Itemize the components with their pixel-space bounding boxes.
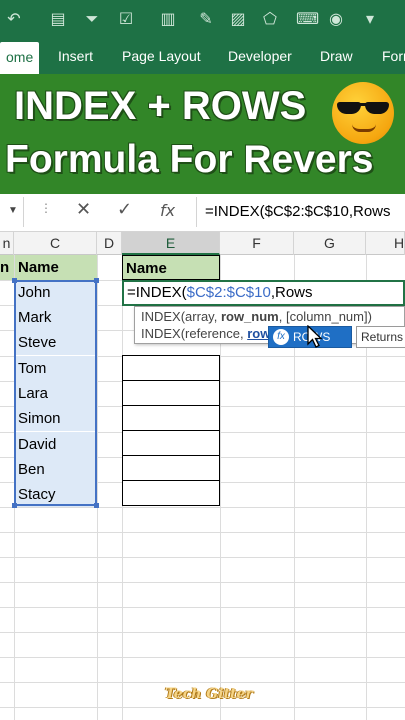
filter-icon[interactable]: ⏷ xyxy=(82,9,102,29)
watermark-logo: Tech Gitter xyxy=(165,686,253,702)
formula-input[interactable]: =INDEX($C$2:$C$10,Rows xyxy=(196,197,405,227)
more-icon[interactable]: ▾ xyxy=(360,9,380,29)
autocomplete-description: Returns xyxy=(356,326,405,348)
column-header-d[interactable]: D xyxy=(97,232,122,255)
tooltip-current-arg: row xyxy=(247,326,271,341)
tooltip-syntax-reference[interactable]: INDEX(reference, row xyxy=(141,326,270,341)
range-handle[interactable] xyxy=(94,278,99,283)
banner-title-line2: Formula For Revers xyxy=(5,138,374,181)
tooltip-syntax-array[interactable]: INDEX(array, row_num, [column_num]) xyxy=(141,309,372,324)
quick-access-toolbar: ↶ ▤ ⏷ ☑ ▥ ✎ ▨ ⬠ ⌨ ◉ ▾ xyxy=(0,0,405,38)
gridline xyxy=(0,582,405,583)
tab-developer[interactable]: Developer xyxy=(228,38,292,74)
ribbon-tabs: ome Insert Page Layout Developer Draw Fo… xyxy=(0,38,405,74)
active-cell-editor[interactable]: =INDEX($C$2:$C$10,Rows xyxy=(122,280,405,306)
tab-formulas[interactable]: Forr xyxy=(382,38,405,74)
column-header-f[interactable]: F xyxy=(220,232,294,255)
range-handle[interactable] xyxy=(94,503,99,508)
gridline xyxy=(0,657,405,658)
tab-home[interactable]: ome xyxy=(0,42,40,74)
cell-c1-header[interactable]: Name xyxy=(15,255,97,280)
tooltip-text: INDEX(array, xyxy=(141,309,221,324)
chevron-down-icon[interactable]: ▼ xyxy=(8,205,18,216)
reference-range-highlight xyxy=(14,280,97,506)
shape-icon[interactable]: ⬠ xyxy=(260,9,280,29)
formula-bar: ▼ ⋮ ✕ ✓ fx =INDEX($C$2:$C$10,Rows xyxy=(0,194,405,232)
cell-e-output[interactable] xyxy=(122,355,220,381)
range-handle[interactable] xyxy=(12,278,17,283)
formula-text-suffix: ,Rows xyxy=(270,284,313,301)
cool-face-icon xyxy=(332,82,394,144)
column-header-h[interactable]: H xyxy=(366,232,405,255)
checkbox-icon[interactable]: ☑ xyxy=(116,9,136,29)
column-header-e[interactable]: E xyxy=(122,232,220,255)
column-header-c[interactable]: C xyxy=(14,232,97,255)
drag-handle-icon[interactable]: ⋮ xyxy=(40,201,52,215)
chart-icon[interactable]: ▥ xyxy=(158,9,178,29)
keyboard-icon[interactable]: ⌨ xyxy=(296,9,319,29)
gridline xyxy=(0,532,405,533)
mouse-pointer-icon xyxy=(307,325,323,348)
column-headers: n C D E F G H xyxy=(0,232,405,255)
camera-icon[interactable]: ◉ xyxy=(326,9,346,29)
cell-b1[interactable]: n xyxy=(0,255,14,280)
tooltip-current-arg: row_num xyxy=(220,309,279,324)
cell-e-output[interactable] xyxy=(122,430,220,456)
gridline xyxy=(0,507,405,508)
cancel-icon[interactable]: ✕ xyxy=(76,199,91,220)
gridline xyxy=(0,607,405,608)
title-banner: INDEX + ROWS Formula For Revers xyxy=(0,74,405,194)
function-icon: fx xyxy=(273,329,289,345)
insert-function-icon[interactable]: fx xyxy=(160,201,175,220)
formula-text-prefix: =INDEX( xyxy=(127,284,187,301)
column-header-g[interactable]: G xyxy=(294,232,366,255)
tooltip-text: , [column_num]) xyxy=(278,309,372,324)
gridline xyxy=(0,682,405,683)
cell-e-output[interactable] xyxy=(122,380,220,406)
tab-page-layout[interactable]: Page Layout xyxy=(122,38,201,74)
gridline xyxy=(0,632,405,633)
range-handle[interactable] xyxy=(12,503,17,508)
cell-e-output[interactable] xyxy=(122,405,220,431)
table-icon[interactable]: ▤ xyxy=(48,9,68,29)
undo-icon[interactable]: ↶ xyxy=(4,9,24,29)
cell-e1-header[interactable]: Name xyxy=(122,255,220,280)
enter-icon[interactable]: ✓ xyxy=(117,199,132,220)
gridline xyxy=(97,255,98,720)
cell-e-output[interactable] xyxy=(122,455,220,481)
name-box[interactable]: ▼ xyxy=(0,197,24,227)
cell-e-output[interactable] xyxy=(122,480,220,506)
pen-icon[interactable]: ✎ xyxy=(196,9,216,29)
tab-draw[interactable]: Draw xyxy=(320,38,353,74)
image-icon[interactable]: ▨ xyxy=(228,9,248,29)
formula-range-reference: $C$2:$C$10 xyxy=(186,284,271,301)
tab-insert[interactable]: Insert xyxy=(58,38,93,74)
gridline xyxy=(0,707,405,708)
tooltip-text: INDEX(reference, xyxy=(141,326,248,341)
column-header-b[interactable]: n xyxy=(0,232,14,255)
gridline xyxy=(0,557,405,558)
